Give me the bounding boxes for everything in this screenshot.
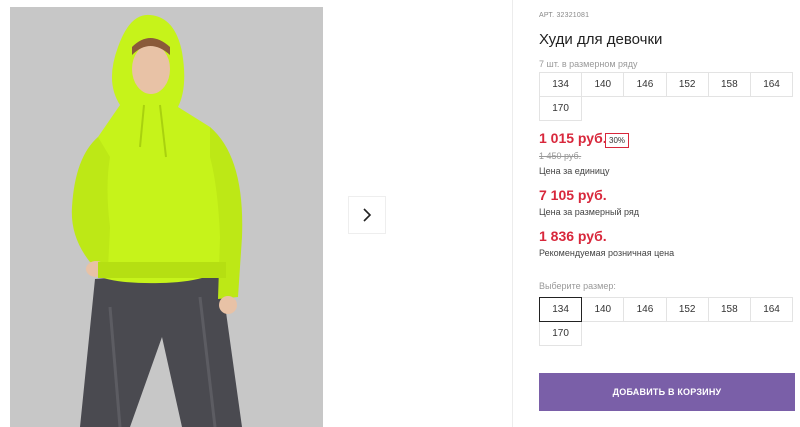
row-price: 7 105 руб.: [539, 187, 607, 203]
size-picker-label: Выберите размер:: [539, 281, 616, 291]
size-option[interactable]: 146: [623, 297, 667, 322]
row-size-note: 7 шт. в размерном ряду: [539, 59, 638, 69]
next-image-button[interactable]: [348, 196, 386, 234]
size-option[interactable]: 140: [581, 297, 625, 322]
row-size-grid: 134 140 146 152 158 164 170: [539, 72, 800, 121]
size-option[interactable]: 134: [539, 297, 583, 322]
sku: АРТ. 32321081: [539, 12, 589, 19]
size-option[interactable]: 152: [665, 297, 709, 322]
add-to-cart-button[interactable]: Добавить в корзину: [539, 373, 795, 411]
old-price: 1 450 руб.: [539, 151, 582, 161]
product-gallery: [0, 0, 512, 427]
rrp-label: Рекомендуемая розничная цена: [539, 248, 675, 258]
product-photo-illustration: [10, 7, 323, 427]
panel-divider: [512, 0, 513, 427]
unit-price-label: Цена за единицу: [539, 166, 610, 176]
size-picker: 134 140 146 152 158 164 170: [539, 297, 800, 346]
row-size-cell: 146: [623, 72, 667, 97]
row-size-cell: 134: [539, 72, 583, 97]
sku-label: АРТ.: [539, 12, 555, 19]
row-size-cell: 140: [581, 72, 625, 97]
current-price: 1 015 руб.: [539, 130, 607, 146]
row-price-label: Цена за размерный ряд: [539, 207, 640, 217]
chevron-right-icon: [363, 208, 372, 222]
product-title: Худи для девочки: [539, 31, 663, 48]
discount-badge: 30%: [605, 133, 630, 148]
size-option[interactable]: 164: [749, 297, 794, 322]
row-size-cell: 152: [665, 72, 709, 97]
sku-value: 32321081: [556, 12, 590, 19]
rrp-price: 1 836 руб.: [539, 228, 607, 244]
product-photo[interactable]: [10, 7, 323, 427]
row-size-cell: 158: [707, 72, 751, 97]
size-option[interactable]: 158: [707, 297, 751, 322]
row-size-cell: 170: [539, 96, 583, 121]
row-size-cell: 164: [749, 72, 794, 97]
size-option[interactable]: 170: [539, 321, 583, 346]
